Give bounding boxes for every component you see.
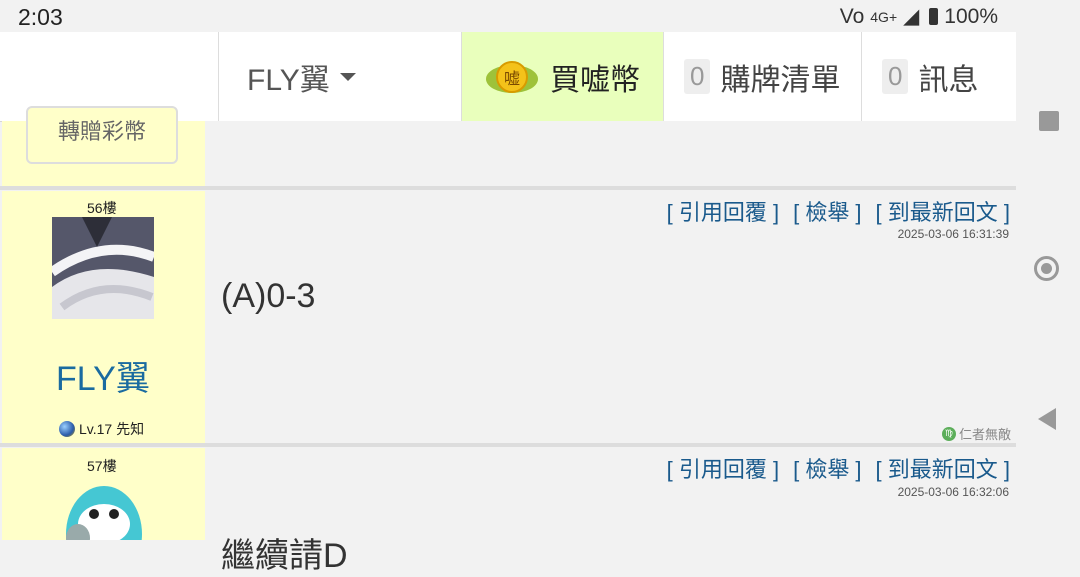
cart-tab[interactable]: 0 購牌清單 [664,32,862,121]
user-signature: ♍ 仁者無敵 [941,424,1011,443]
floor-number: 57樓 [87,458,117,474]
signal-icon: ◢ [903,5,920,28]
post-separator [0,186,1016,190]
post-timestamp: 2025-03-06 16:32:06 [897,485,1009,499]
volte-icon: Vo [839,4,865,28]
user-menu-name: FLY翼 [247,63,330,97]
post-body: [ 引用回覆 ] [ 檢舉 ] [ 到最新回文 ] 2025-03-06 16:… [205,448,1016,575]
post-username[interactable]: FLY翼 [56,351,150,400]
coin-icon: 嘘 [486,60,538,93]
latest-reply-link[interactable]: [ 到最新回文 ] [876,195,1010,227]
messages-tab[interactable]: 0 訊息 [862,32,1016,121]
back-icon[interactable] [1038,408,1056,430]
cart-label: 購牌清單 [720,63,841,97]
floor-number: 56樓 [87,200,117,216]
status-bar: 2:03 Vo 4G+ ◢ 100% [0,0,1018,32]
user-level: Lv.17 先知 [59,419,144,439]
report-link[interactable]: [ 檢舉 ] [793,195,861,227]
buy-coin-button[interactable]: 嘘 買嘘幣 [461,32,664,121]
virgo-icon: ♍ [941,426,956,441]
post-user-column: 56樓 FLY翼 Lv.17 先知 [2,191,205,443]
post-actions: [ 引用回覆 ] [ 檢舉 ] [ 到最新回文 ] [667,195,1010,227]
quote-reply-link[interactable]: [ 引用回覆 ] [667,452,779,484]
post-separator [0,443,1016,447]
battery-icon [929,8,939,25]
messages-label: 訊息 [918,63,979,97]
caret-down-icon [339,72,356,81]
post-content: (A)0-3 [221,277,316,315]
recent-apps-icon[interactable] [1039,111,1059,131]
home-icon[interactable] [1034,256,1059,281]
user-level-text: Lv.17 先知 [79,421,145,437]
prev-post-body [205,121,1016,186]
messages-count-badge: 0 [882,59,909,94]
post-body: [ 引用回覆 ] [ 檢舉 ] [ 到最新回文 ] 2025-03-06 16:… [205,191,1016,443]
post-timestamp: 2025-03-06 16:31:39 [897,227,1009,241]
post-actions: [ 引用回覆 ] [ 檢舉 ] [ 到最新回文 ] [667,452,1010,484]
battery-level: 100% [944,4,998,28]
planet-icon [59,421,75,437]
quote-reply-link[interactable]: [ 引用回覆 ] [667,195,779,227]
clock: 2:03 [18,4,63,30]
signature-text: 仁者無敵 [958,427,1011,442]
user-menu-button[interactable]: FLY翼 [219,32,461,121]
cart-count-badge: 0 [684,59,711,94]
report-link[interactable]: [ 檢舉 ] [793,452,861,484]
avatar[interactable] [52,217,154,319]
latest-reply-link[interactable]: [ 到最新回文 ] [876,452,1010,484]
system-icons: Vo 4G+ ◢ 100% [840,4,998,29]
gift-coin-button[interactable]: 轉贈彩幣 [26,106,178,164]
post-user-column: 57樓 [2,448,205,540]
post-content: 繼續請D [221,537,348,575]
buy-coin-label: 買嘘幣 [550,63,640,97]
network-type: 4G+ [870,8,898,25]
coin-icon-text: 嘘 [504,69,520,88]
avatar[interactable] [64,484,144,540]
